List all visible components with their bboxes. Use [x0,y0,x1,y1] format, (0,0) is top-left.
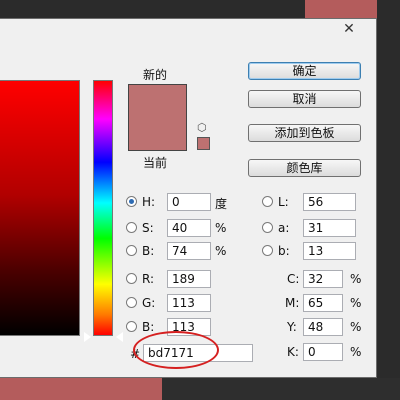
s-label: S: [142,221,154,235]
highlight-ellipse [133,331,219,369]
a-label: a: [278,221,290,235]
m-label: M: [285,296,300,310]
radio-g[interactable] [126,297,137,308]
k-input[interactable]: 0 [303,343,343,361]
m-input[interactable]: 65 [303,294,343,312]
brightness-input[interactable]: 74 [167,242,211,260]
hue-slider[interactable] [93,80,113,336]
c-input[interactable]: 32 [303,270,343,288]
cancel-button[interactable]: 取消 [248,90,361,108]
background-bottom-pink [0,378,162,400]
s-input[interactable]: 40 [167,219,211,237]
l-label: L: [278,195,289,209]
add-to-swatches-button[interactable]: 添加到色板 [248,124,361,142]
rgb-b-label: B: [142,320,155,334]
h-label: H: [142,195,156,209]
radio-s[interactable] [126,222,137,233]
web-safe-color-swatch[interactable] [197,137,210,150]
lab-b-label: b: [278,244,290,258]
c-label: C: [287,272,300,286]
color-field[interactable] [0,80,80,336]
r-label: R: [142,272,155,286]
k-label: K: [287,345,299,359]
k-unit: % [350,345,362,359]
brightness-label: B: [142,244,155,258]
g-label: G: [142,296,156,310]
web-safe-cube-icon[interactable]: ⬡ [197,121,207,134]
new-color-swatch [128,84,187,118]
a-input[interactable]: 31 [303,219,356,237]
background-bottom [0,378,400,400]
current-color-label: 当前 [143,156,168,170]
radio-rgb-b[interactable] [126,321,137,332]
c-unit: % [350,272,362,286]
brightness-unit: % [215,244,227,258]
hue-slider-right-arrow-icon[interactable] [116,332,123,342]
y-unit: % [350,320,362,334]
radio-b-brightness[interactable] [126,245,137,256]
lab-b-input[interactable]: 13 [303,242,356,260]
background-pink-strip [305,0,377,18]
g-input[interactable]: 113 [167,294,211,312]
h-unit: 度 [215,197,228,211]
y-label: Y: [287,320,297,334]
s-unit: % [215,221,227,235]
background-top [0,0,400,18]
l-input[interactable]: 56 [303,193,356,211]
h-input[interactable]: 0 [167,193,211,211]
close-icon[interactable]: ✕ [340,20,358,38]
radio-r[interactable] [126,273,137,284]
r-input[interactable]: 189 [167,270,211,288]
y-input[interactable]: 48 [303,318,343,336]
color-libraries-button[interactable]: 颜色库 [248,159,361,177]
current-color-swatch[interactable] [128,118,187,151]
hue-slider-left-arrow-icon[interactable] [84,332,91,342]
radio-l[interactable] [262,196,273,207]
m-unit: % [350,296,362,310]
radio-lab-b[interactable] [262,245,273,256]
radio-a[interactable] [262,222,273,233]
radio-h[interactable] [126,196,137,207]
ok-button[interactable]: 确定 [248,62,361,80]
new-color-label: 新的 [143,68,168,82]
